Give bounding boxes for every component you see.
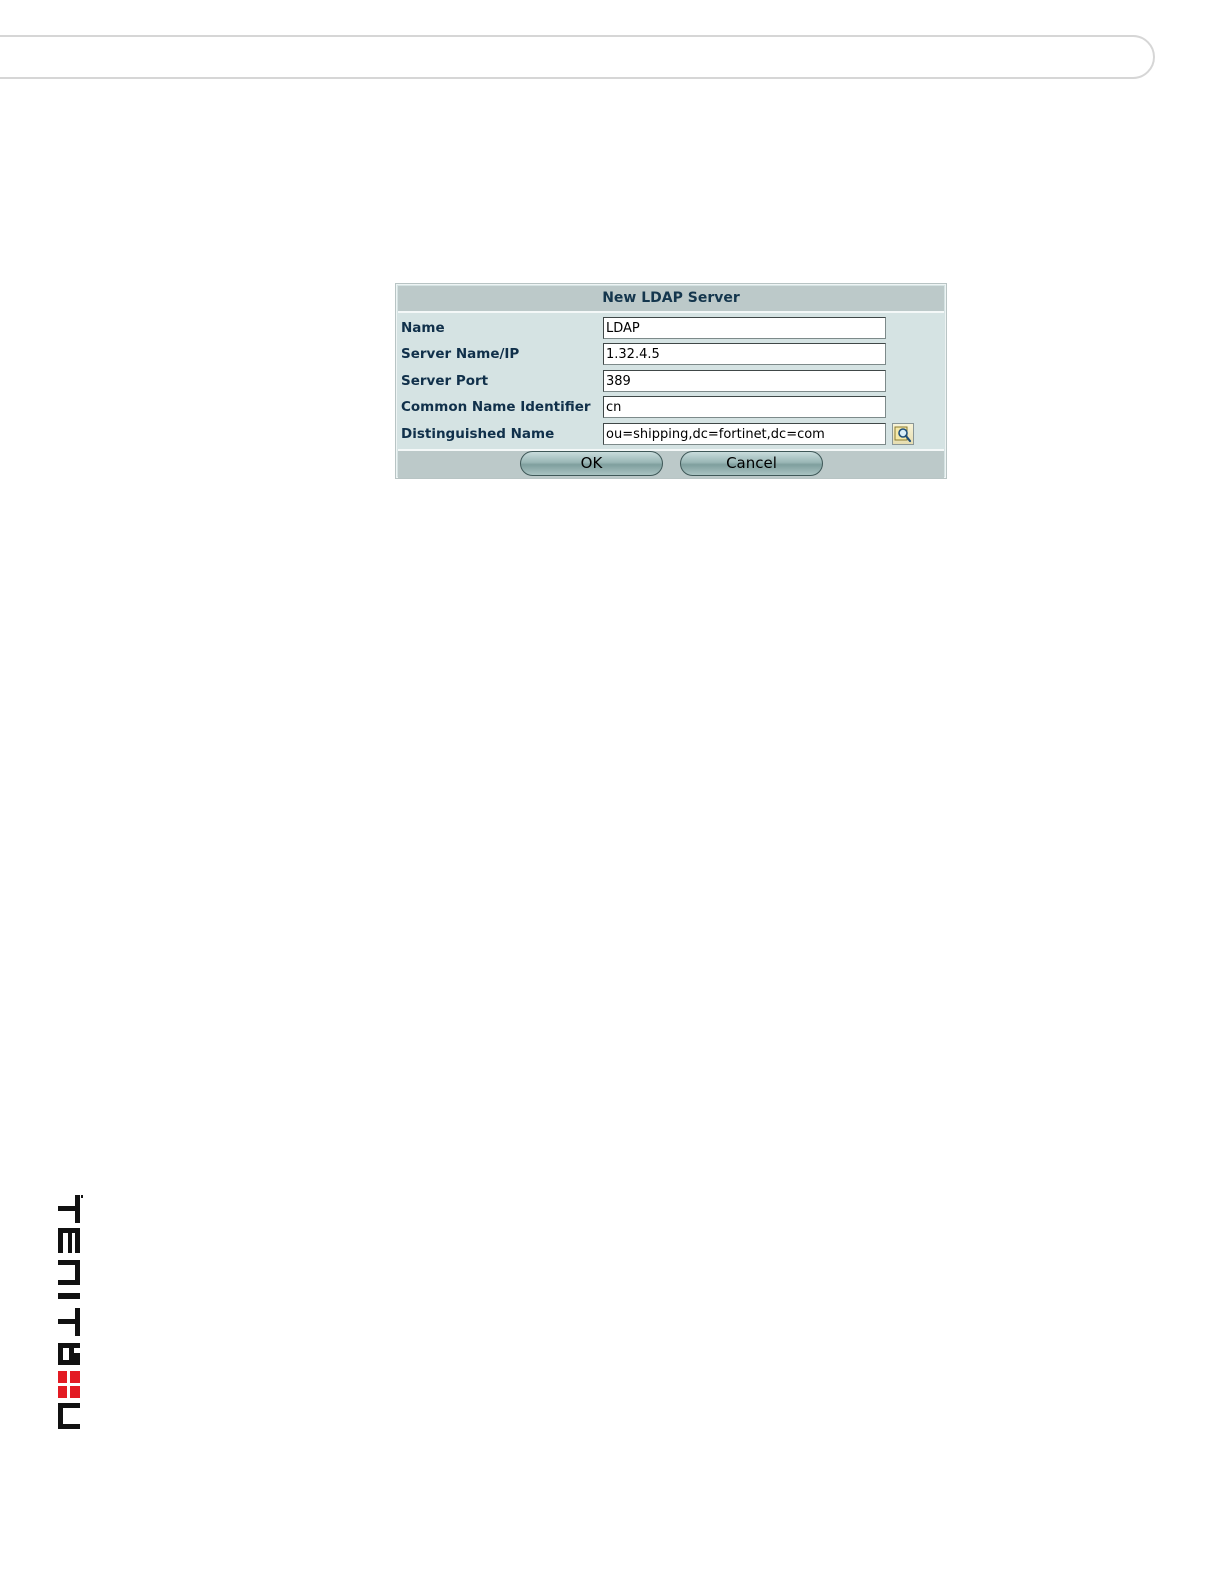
cancel-button[interactable]: Cancel [680, 451, 823, 476]
fortinet-logo [58, 1195, 83, 1429]
name-label: Name [401, 320, 445, 336]
query-browse-icon [894, 426, 912, 443]
ok-button[interactable]: OK [520, 451, 663, 476]
page-header-band [0, 35, 1155, 79]
dialog-button-bar: OK Cancel [398, 449, 944, 478]
server-name-ip-input[interactable] [603, 343, 886, 365]
distinguished-name-label: Distinguished Name [401, 426, 555, 442]
distinguished-name-input[interactable] [603, 423, 886, 445]
server-port-input[interactable] [603, 370, 886, 392]
server-port-label: Server Port [401, 373, 489, 389]
server-name-ip-label: Server Name/IP [401, 346, 520, 362]
common-name-identifier-label: Common Name Identifier [401, 399, 591, 415]
new-ldap-server-dialog: New LDAP Server Name Server Name/IP Serv… [395, 283, 947, 479]
dialog-title: New LDAP Server [398, 286, 944, 313]
common-name-identifier-input[interactable] [603, 396, 886, 418]
name-input[interactable] [603, 317, 886, 339]
query-browse-button[interactable] [892, 423, 914, 445]
